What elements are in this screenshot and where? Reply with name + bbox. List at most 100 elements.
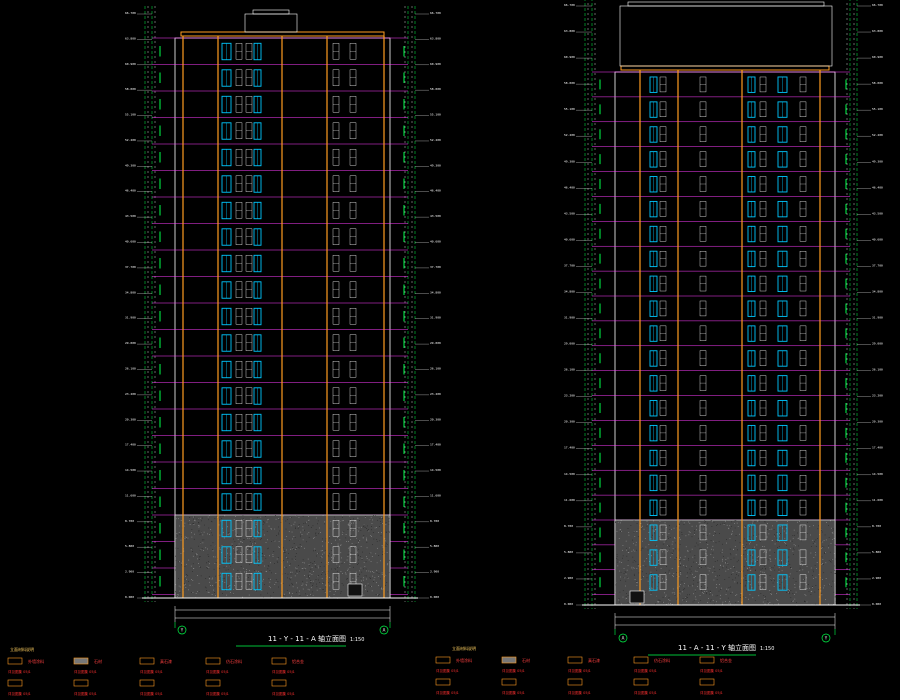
stone-texture: [287, 577, 288, 579]
stone-texture: [668, 571, 670, 573]
stone-texture: [725, 559, 727, 560]
stone-texture: [764, 598, 766, 599]
stone-texture: [617, 565, 619, 567]
stone-texture: [267, 519, 268, 521]
stone-texture: [205, 578, 207, 579]
stone-texture: [347, 529, 349, 530]
stone-texture: [787, 565, 789, 566]
stone-texture: [755, 569, 756, 571]
stone-texture: [724, 522, 726, 524]
stone-texture: [789, 593, 791, 595]
stone-texture: [324, 521, 326, 523]
stone-texture: [372, 544, 373, 546]
stone-texture: [721, 552, 723, 553]
level-mark: 23.200: [430, 392, 441, 396]
parapet: [620, 65, 830, 71]
level-mark: 29.000: [430, 341, 441, 345]
stone-texture: [313, 550, 314, 552]
level-mark: 11.600: [430, 493, 441, 497]
stone-texture: [739, 533, 740, 535]
stone-texture: [629, 547, 631, 549]
stone-texture: [742, 596, 744, 598]
stone-texture: [737, 549, 738, 551]
stone-texture: [219, 567, 221, 569]
stone-texture: [313, 571, 314, 573]
stone-texture: [348, 582, 350, 584]
stone-texture: [764, 566, 766, 567]
stone-texture: [643, 576, 644, 578]
stone-texture: [794, 594, 795, 595]
stone-texture: [730, 603, 731, 605]
legend-swatch: [73, 679, 89, 687]
level-mark: 26.100: [125, 366, 136, 370]
legend-swatch: [501, 678, 517, 686]
stone-texture: [212, 589, 214, 591]
stone-texture: [197, 558, 198, 560]
stone-texture: [183, 583, 185, 584]
stone-texture: [318, 527, 320, 529]
stone-texture: [754, 600, 756, 602]
legend-swatch: [501, 656, 517, 664]
stone-texture: [688, 585, 689, 587]
stone-texture: [633, 520, 635, 522]
stone-texture: [706, 526, 707, 528]
stone-texture: [735, 554, 737, 556]
stone-texture: [679, 524, 680, 526]
stone-texture: [333, 583, 335, 585]
stone-texture: [631, 569, 633, 571]
stone-texture: [745, 575, 747, 577]
stone-texture: [745, 548, 746, 550]
stone-texture: [216, 515, 218, 517]
stone-texture: [308, 563, 310, 565]
stone-texture: [815, 539, 817, 541]
stone-texture: [267, 539, 268, 541]
stone-texture: [180, 534, 182, 536]
stone-texture: [620, 571, 622, 573]
level-mark: 23.200: [872, 394, 883, 398]
roof-machine-room: [252, 9, 290, 15]
stone-texture: [261, 538, 262, 539]
stone-texture: [177, 547, 179, 549]
stone-texture: [270, 587, 271, 589]
stone-texture: [340, 571, 342, 572]
stone-texture: [232, 594, 234, 595]
stone-texture: [366, 528, 367, 529]
stone-texture: [307, 574, 309, 576]
stone-texture: [341, 557, 342, 559]
stone-texture: [646, 520, 648, 522]
level-mark: 60.900: [125, 62, 136, 66]
stone-texture: [213, 556, 214, 558]
stone-texture: [814, 564, 816, 566]
stone-texture: [306, 578, 308, 580]
stone-texture: [735, 540, 736, 542]
stone-texture: [779, 584, 781, 585]
stone-texture: [705, 565, 707, 567]
stone-texture: [774, 558, 776, 560]
stone-texture: [734, 581, 736, 583]
stone-texture: [292, 547, 293, 548]
stone-texture: [671, 592, 673, 594]
stone-texture: [389, 559, 390, 561]
stone-texture: [688, 558, 689, 559]
stone-texture: [222, 593, 223, 594]
stone-texture: [636, 582, 638, 583]
stone-texture: [804, 594, 806, 595]
stone-texture: [348, 521, 350, 522]
stone-texture: [379, 540, 381, 542]
stone-texture: [345, 534, 347, 535]
stone-texture: [347, 547, 349, 549]
stone-texture: [302, 515, 304, 517]
stone-texture: [378, 595, 379, 597]
cad-elevation-drawing[interactable]: 0.000 0.0002.900 2.9005.800 5.8008.700 8.700…: [0, 0, 900, 700]
stone-texture: [636, 584, 638, 586]
stone-texture: [726, 542, 727, 544]
stone-texture: [774, 535, 776, 537]
stone-texture: [744, 580, 746, 581]
stone-texture: [243, 539, 245, 540]
stone-texture: [283, 594, 284, 596]
stone-texture: [711, 548, 712, 550]
stone-texture: [285, 555, 287, 557]
stone-texture: [358, 548, 360, 550]
stone-texture: [273, 591, 274, 593]
stone-texture: [735, 535, 737, 536]
